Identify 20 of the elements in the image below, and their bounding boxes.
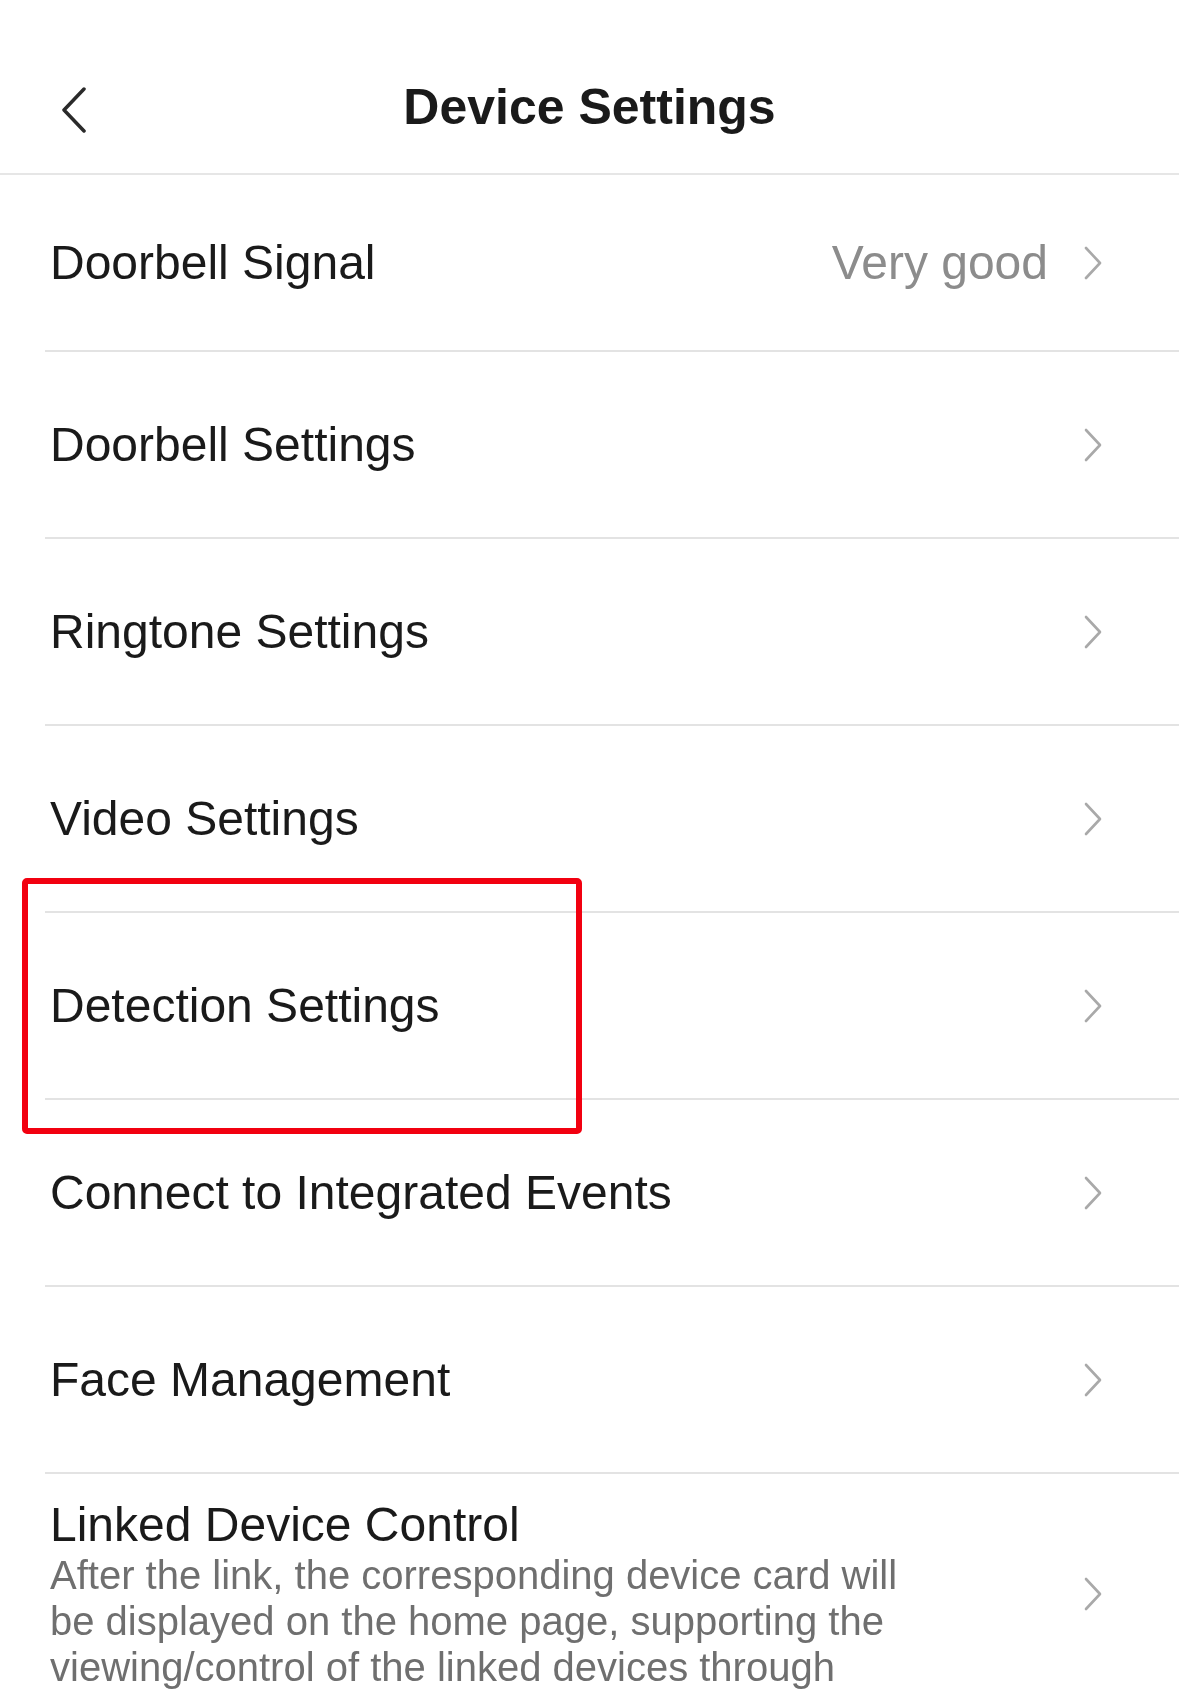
chevron-right-icon xyxy=(1084,1175,1102,1210)
chevron-right-icon xyxy=(1084,1577,1102,1611)
row-label: Doorbell Signal xyxy=(50,235,376,290)
row-label: Video Settings xyxy=(50,791,359,846)
row-label: Connect to Integrated Events xyxy=(50,1165,672,1220)
back-icon xyxy=(61,87,87,133)
row-description: After the link, the corresponding device card will be displayed on the home page, supporting the viewing/control of the linked devices through xyxy=(50,1552,899,1690)
row-label: Detection Settings xyxy=(50,978,440,1033)
chevron-right-icon xyxy=(1084,1362,1102,1397)
chevron-right-icon xyxy=(1084,801,1102,836)
chevron-right-icon xyxy=(1084,614,1102,649)
page-title: Device Settings xyxy=(403,77,776,136)
chevron-right-icon xyxy=(1084,988,1102,1023)
row-label: Ringtone Settings xyxy=(50,604,429,659)
chevron-right-icon xyxy=(1084,427,1102,462)
row-label: Doorbell Settings xyxy=(50,417,416,472)
row-label: Linked Device Control xyxy=(50,1498,520,1552)
row-value: Very good xyxy=(831,235,1048,290)
chevron-right-icon xyxy=(1084,245,1102,280)
row-label: Face Management xyxy=(50,1352,451,1407)
